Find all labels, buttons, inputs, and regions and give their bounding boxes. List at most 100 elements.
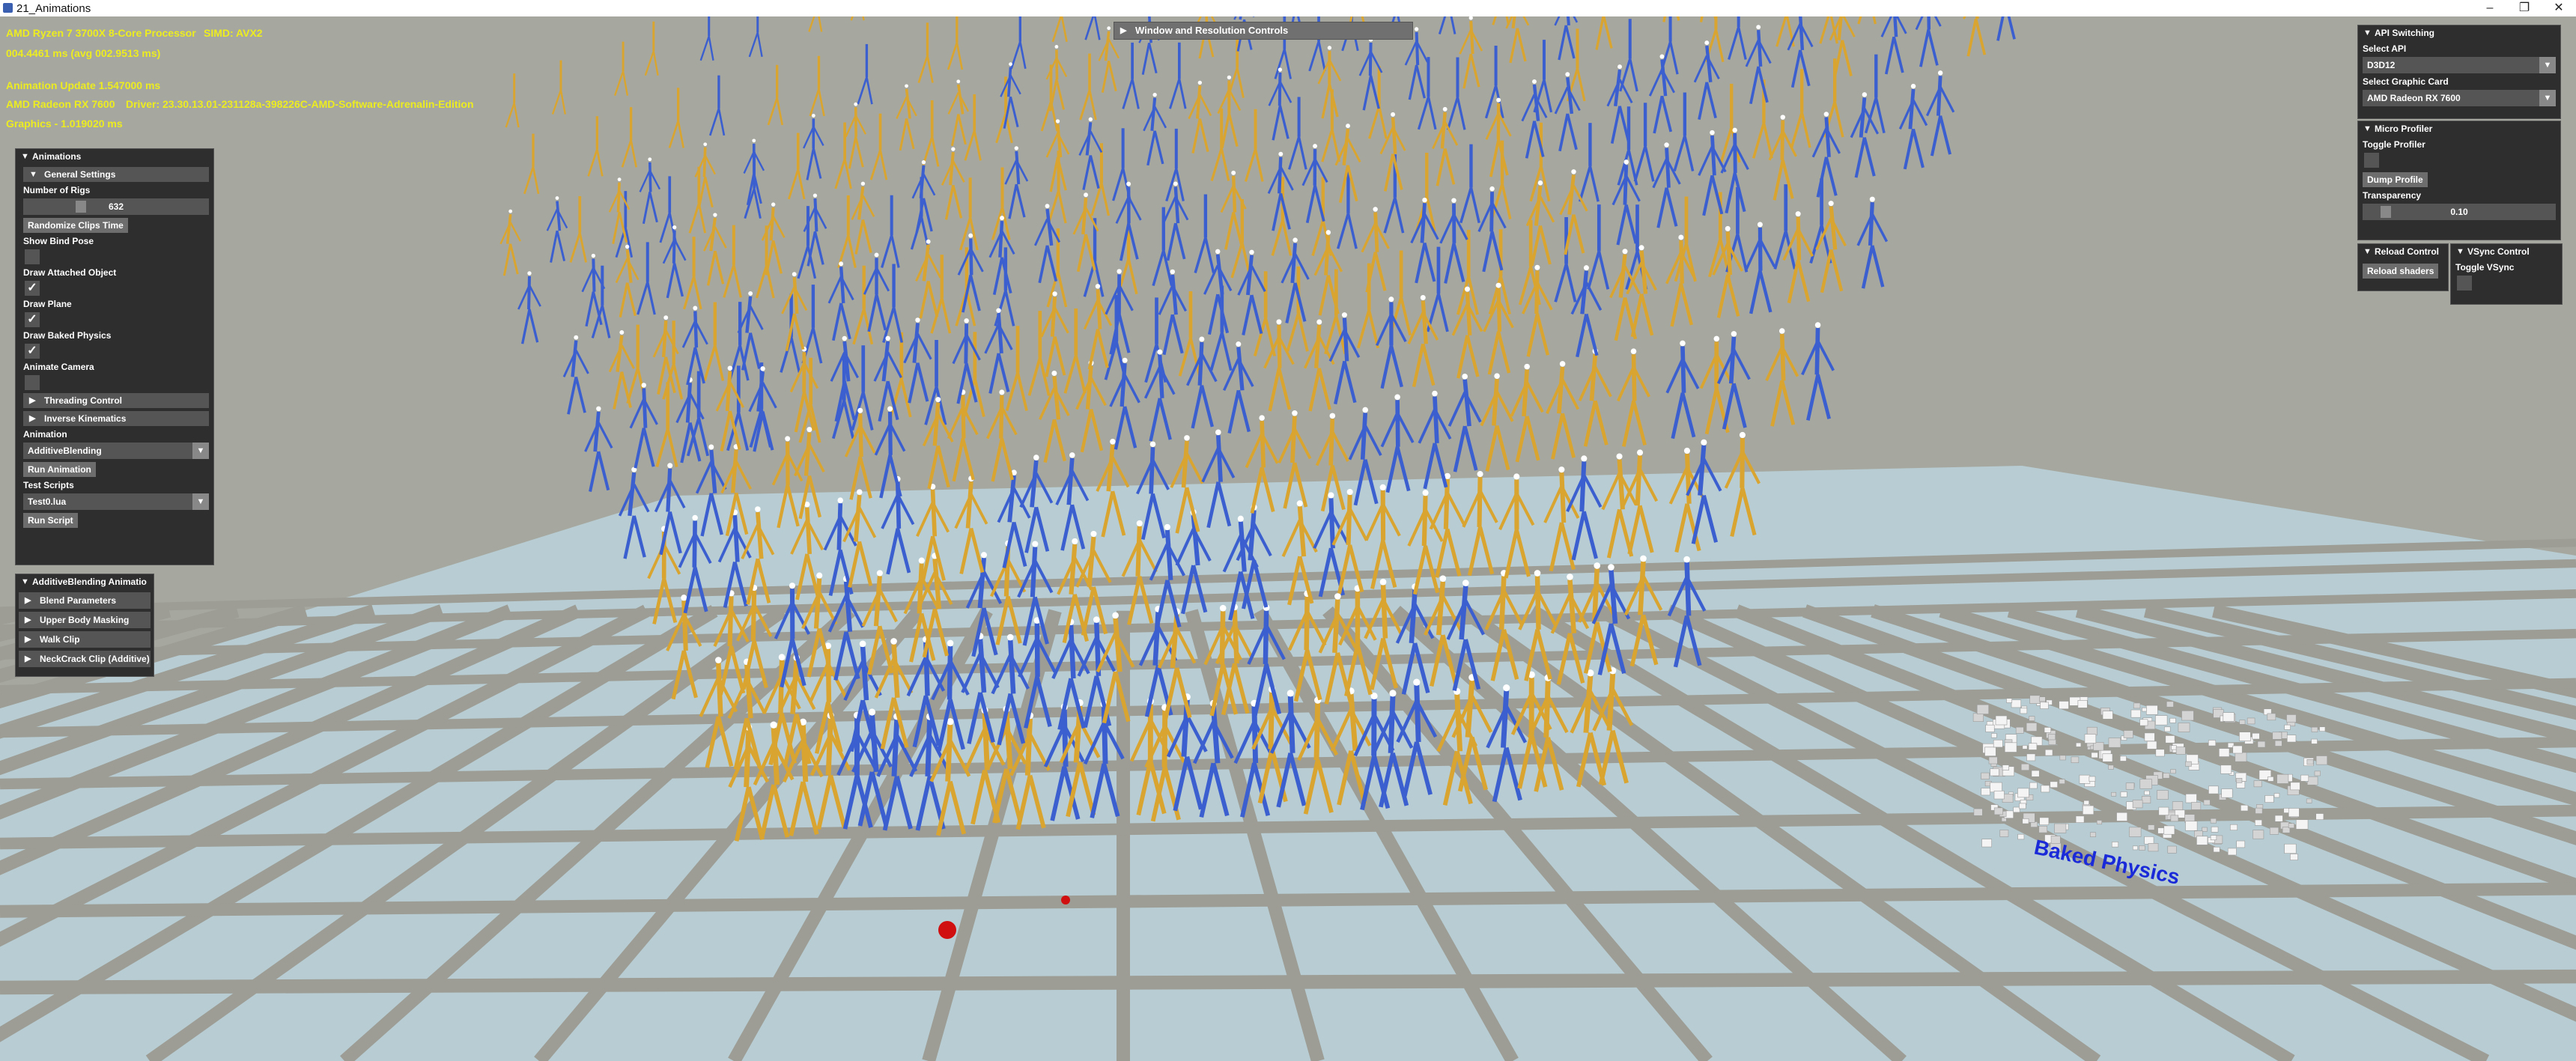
collapse-arrow-icon: ▼ — [29, 170, 37, 179]
transparency-slider[interactable]: 0.10 — [2363, 204, 2556, 220]
draw-attached-object-checkbox[interactable]: ✓ — [25, 281, 40, 296]
rig-spine — [1710, 135, 1716, 176]
additive-blending-header[interactable]: ▼ AdditiveBlending Animatio — [16, 574, 154, 589]
rig-head — [1237, 515, 1244, 522]
physics-box — [2039, 696, 2046, 702]
rig-head — [1583, 265, 1589, 271]
rig-head — [905, 84, 908, 88]
physics-box — [2223, 712, 2235, 722]
rig-spine — [1779, 333, 1786, 381]
physics-box — [2264, 795, 2274, 803]
physics-box — [2274, 815, 2283, 822]
draw-baked-physics-checkbox[interactable]: ✓ — [25, 344, 40, 359]
show-bind-pose-checkbox[interactable] — [25, 249, 40, 264]
physics-box — [2108, 738, 2121, 748]
select-api-dropdown[interactable]: D3D12 ▼ — [2363, 57, 2556, 73]
walk-clip-header[interactable]: ▶ Walk Clip — [19, 631, 151, 648]
animate-camera-checkbox[interactable] — [25, 375, 40, 390]
slider-grab[interactable] — [76, 201, 87, 213]
maximize-button[interactable]: ❐ — [2507, 0, 2542, 16]
rig-spine — [732, 515, 740, 562]
rig-head — [648, 157, 652, 162]
rig-head — [1659, 54, 1665, 59]
rig-spine — [839, 267, 845, 304]
blend-parameters-header[interactable]: ▶ Blend Parameters — [19, 592, 151, 609]
animate-camera-label: Animate Camera — [23, 362, 94, 372]
physics-box — [1988, 756, 1998, 764]
3d-viewport[interactable]: Baked Physics — [0, 16, 2576, 1061]
select-graphic-card-dropdown[interactable]: AMD Radeon RX 7600 ▼ — [2363, 90, 2556, 106]
rig-head — [1112, 612, 1119, 619]
draw-plane-checkbox[interactable]: ✓ — [25, 312, 40, 327]
micro-profiler-header[interactable]: ▼ Micro Profiler — [2358, 121, 2560, 136]
animation-select[interactable]: AdditiveBlending ▼ — [23, 443, 209, 459]
collapse-arrow-icon: ▼ — [21, 152, 29, 161]
hud-animation-update: Animation Update 1.547000 ms — [6, 79, 161, 91]
rig-spine — [750, 590, 757, 641]
rig-spine — [1415, 31, 1420, 66]
physics-box — [2015, 726, 2024, 734]
slider-grab[interactable] — [2381, 206, 2391, 218]
chevron-down-icon[interactable]: ▼ — [192, 493, 209, 510]
inverse-kinematics-header[interactable]: ▶ Inverse Kinematics — [23, 411, 209, 426]
reload-control-header[interactable]: ▼ Reload Control — [2358, 244, 2448, 259]
api-switching-header[interactable]: ▼ API Switching — [2358, 25, 2560, 40]
physics-box — [1976, 704, 1989, 714]
rig-head — [1937, 70, 1943, 76]
toggle-profiler-checkbox[interactable] — [2364, 153, 2379, 168]
dump-profile-button[interactable]: Dump Profile — [2363, 172, 2428, 187]
vsync-control-header[interactable]: ▼ VSync Control — [2451, 244, 2562, 259]
physics-box — [1981, 772, 1990, 779]
rig-spine — [1725, 231, 1733, 276]
threading-control-header[interactable]: ▶ Threading Control — [23, 393, 209, 408]
app-icon — [3, 3, 13, 13]
rig-head — [842, 335, 848, 341]
rig-spine — [642, 388, 648, 428]
upper-body-masking-header[interactable]: ▶ Upper Body Masking — [19, 612, 151, 628]
physics-box — [2306, 798, 2312, 803]
neckcrack-clip-header[interactable]: ▶ NeckCrack Clip (Additive) — [19, 651, 151, 667]
number-of-rigs-slider[interactable]: 632 — [23, 198, 209, 215]
physics-box — [2139, 779, 2152, 789]
rig-head — [999, 389, 1005, 395]
chevron-down-icon[interactable]: ▼ — [2539, 57, 2556, 73]
physics-box — [2239, 732, 2251, 741]
general-settings-header[interactable]: ▼ General Settings — [23, 167, 209, 182]
show-bind-pose-label: Show Bind Pose — [23, 236, 94, 246]
rig-head — [1278, 151, 1284, 156]
reload-shaders-button[interactable]: Reload shaders — [2363, 264, 2439, 279]
run-script-button[interactable]: Run Script — [23, 513, 78, 528]
physics-box — [2288, 823, 2295, 829]
rig-head — [1184, 435, 1190, 441]
rig-head — [1910, 83, 1916, 89]
rig-spine — [891, 719, 900, 776]
walk-clip-label: Walk Clip — [40, 634, 80, 645]
toggle-vsync-checkbox[interactable] — [2457, 276, 2472, 291]
rig-head — [885, 335, 890, 341]
physics-box — [2276, 773, 2289, 784]
rig-head — [856, 489, 863, 495]
minimize-button[interactable]: – — [2473, 0, 2507, 16]
chevron-down-icon[interactable]: ▼ — [192, 443, 209, 459]
rig-head — [1170, 269, 1176, 275]
physics-box — [1999, 830, 2009, 837]
physics-box — [1981, 788, 1990, 796]
select-graphic-card-label: Select Graphic Card — [2363, 76, 2449, 87]
draw-plane-label: Draw Plane — [23, 299, 72, 309]
close-button[interactable]: ✕ — [2542, 0, 2576, 16]
rig-spine — [1360, 413, 1368, 460]
reload-control-panel: ▼ Reload Control Reload shaders — [2357, 243, 2449, 291]
randomize-clips-time-button[interactable]: Randomize Clips Time — [23, 218, 128, 233]
run-animation-button[interactable]: Run Animation — [23, 462, 96, 477]
rig-head — [868, 708, 876, 716]
number-of-rigs-label: Number of Rigs — [23, 185, 91, 195]
rig-head — [1236, 341, 1242, 347]
window-resolution-controls-header[interactable]: ▶ Window and Resolution Controls — [1114, 22, 1413, 40]
chevron-down-icon[interactable]: ▼ — [2539, 90, 2556, 106]
physics-box — [2145, 705, 2158, 715]
rig-spine — [1068, 624, 1076, 679]
animations-panel-header[interactable]: ▼ Animations — [16, 149, 213, 164]
test-scripts-select[interactable]: Test0.lua ▼ — [23, 493, 209, 510]
physics-box — [1972, 713, 1984, 722]
rig-spine — [1496, 288, 1502, 332]
